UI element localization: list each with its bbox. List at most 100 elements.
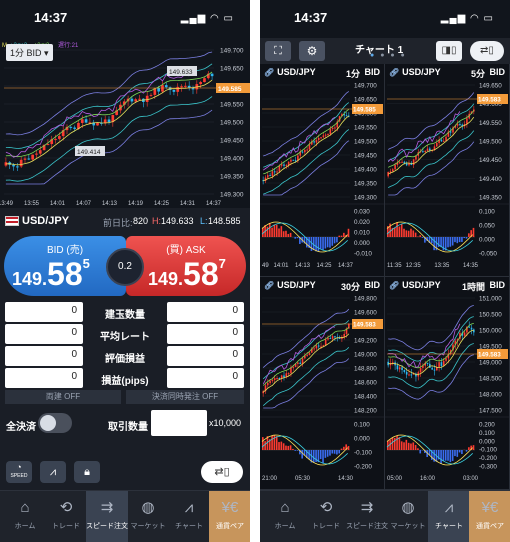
price-tick: 150.500 bbox=[479, 312, 502, 319]
osc-tick: 0.100 bbox=[479, 430, 495, 437]
status-bar: 14:37 ▂▄▆ ◠ ▭ bbox=[0, 0, 250, 38]
link-icon[interactable]: 🔗︎ bbox=[389, 281, 399, 290]
tab-speed-order[interactable]: ⇉ スピード注文 bbox=[346, 491, 388, 542]
candle bbox=[422, 151, 424, 153]
panel-pair: USD/JPY bbox=[402, 280, 441, 290]
tab-market[interactable]: ◍ マーケット bbox=[387, 491, 429, 542]
osc-tick: 0.030 bbox=[354, 209, 370, 216]
rotate-device-button[interactable]: ⇄▯ bbox=[201, 461, 243, 483]
time-tick: 11:35 bbox=[387, 263, 402, 269]
candle bbox=[27, 158, 31, 160]
status-time: 14:37 bbox=[34, 10, 68, 25]
pair-name: USD/JPY bbox=[22, 215, 70, 227]
candle bbox=[334, 127, 336, 129]
candle bbox=[308, 144, 311, 150]
histogram-bar bbox=[262, 437, 264, 450]
candle bbox=[161, 85, 164, 92]
tab-trade[interactable]: ⟲ トレード bbox=[305, 491, 347, 542]
mini-chart[interactable]: M+2σ±3±3σ:3遅行:21149.700149.650149.600149… bbox=[0, 38, 250, 208]
fullscreen-button[interactable]: ⛶ bbox=[265, 41, 291, 61]
histogram-bar bbox=[322, 237, 324, 251]
price-tick: 149.600 bbox=[354, 310, 377, 317]
tab-currency-pair[interactable]: ¥€ 通貨ペア bbox=[209, 491, 250, 542]
rotate-device-button[interactable]: ⇄▯ bbox=[470, 41, 504, 61]
histogram-bar bbox=[447, 237, 449, 248]
speed-order-screen: 14:37 ▂▄▆ ◠ ▭ M+2σ±3±3σ:3遅行:21149.700149… bbox=[0, 0, 250, 542]
tab-home[interactable]: ⌂ ホーム bbox=[4, 491, 46, 542]
chart-panel[interactable]: 🔗︎ USD/JPY 1時間 BID 151.000 150.500 150.000 149.… bbox=[385, 277, 510, 490]
price-tick: 149.400 bbox=[354, 167, 377, 174]
time-tick: 49 bbox=[262, 263, 269, 269]
pair-low-value: 148.585 bbox=[208, 216, 241, 226]
candle bbox=[306, 149, 308, 151]
histogram-bar bbox=[317, 237, 320, 252]
price-tick: 149.500 bbox=[220, 120, 244, 127]
candle bbox=[266, 383, 269, 386]
hedge-off[interactable]: 両建 OFF bbox=[5, 390, 121, 404]
ask-button[interactable]: (買) ASK 149.587 bbox=[126, 236, 246, 296]
price-tick: 149.450 bbox=[220, 138, 244, 145]
simultaneous-order-off[interactable]: 決済同時発注 OFF bbox=[126, 390, 244, 404]
panel-pair: USD/JPY bbox=[277, 280, 316, 290]
qty-label: 取引数量 bbox=[108, 422, 148, 433]
lock-button[interactable]: 🔒︎ bbox=[74, 461, 100, 483]
price-tick: 148.600 bbox=[354, 380, 377, 387]
candle bbox=[429, 148, 431, 151]
candle bbox=[435, 143, 438, 147]
tab-label: ホーム bbox=[274, 523, 296, 530]
tab-currency-pair[interactable]: ¥€ 通貨ペア bbox=[469, 491, 510, 542]
histogram-bar bbox=[340, 448, 343, 450]
histogram-bar bbox=[391, 437, 394, 450]
tab-chart[interactable]: ⩘ チャート bbox=[168, 491, 210, 542]
panel-2-oscillator bbox=[261, 434, 350, 466]
tab-trade[interactable]: ⟲ トレード bbox=[45, 491, 87, 542]
candle bbox=[273, 171, 276, 173]
candle bbox=[80, 119, 84, 123]
panel-1-oscillator bbox=[386, 221, 475, 253]
chart-panel[interactable]: 🔗︎USD/JPY30分BID149.800149.600149.400149.… bbox=[260, 277, 385, 490]
chart-mode-button[interactable]: ⩘ bbox=[40, 461, 66, 483]
ask-label: (買) ASK bbox=[166, 245, 206, 256]
tab-home[interactable]: ⌂ ホーム bbox=[264, 491, 306, 542]
histogram-bar bbox=[458, 237, 461, 243]
histogram-bar bbox=[465, 237, 468, 239]
histogram-bar bbox=[289, 232, 292, 237]
chart-toolbar: ⛶ ⚙ チャート 1 ● ● ● ● ◨▯ ⇄▯ bbox=[260, 38, 510, 64]
chart-panel[interactable]: 🔗︎ USD/JPY 5分 BID 149.650 149.600 149.550 149.5… bbox=[385, 64, 510, 277]
link-icon[interactable]: 🔗︎ bbox=[264, 68, 274, 77]
chart-panel[interactable]: 🔗︎USD/JPY1分BID149.700149.650149.600149.5… bbox=[260, 64, 385, 277]
histogram-bar bbox=[333, 237, 336, 244]
candle bbox=[46, 144, 50, 146]
qty-input[interactable] bbox=[151, 410, 207, 436]
time-tick: 05:30 bbox=[295, 476, 311, 482]
panel-0-oscillator bbox=[261, 221, 350, 253]
close-all-toggle[interactable] bbox=[38, 413, 72, 433]
osc-tick: -0.050 bbox=[479, 251, 497, 258]
price-tick: 147.500 bbox=[479, 408, 502, 415]
price-tick: 149.800 bbox=[354, 296, 377, 303]
candle bbox=[398, 367, 401, 370]
settings-button[interactable]: ⚙ bbox=[299, 41, 325, 61]
indicator-button[interactable]: ◨▯ bbox=[436, 41, 462, 61]
link-icon[interactable]: 🔗︎ bbox=[389, 68, 399, 77]
tab-market[interactable]: ◍ マーケット bbox=[127, 491, 169, 542]
candle bbox=[292, 159, 295, 161]
speed-button[interactable]: ◔ SPEED bbox=[6, 461, 32, 483]
time-tick: 13:55 bbox=[24, 201, 40, 207]
candle bbox=[401, 161, 403, 163]
link-icon[interactable]: 🔗︎ bbox=[264, 281, 274, 290]
candle bbox=[269, 175, 271, 177]
tab-chart[interactable]: ⩘ チャート bbox=[428, 491, 470, 542]
time-tick: 14:25 bbox=[154, 201, 170, 207]
tab-speed-order[interactable]: ⇉ スピード注文 bbox=[86, 491, 128, 542]
candle bbox=[398, 162, 401, 164]
histogram-bar bbox=[287, 233, 290, 237]
candle bbox=[324, 339, 327, 346]
candle bbox=[287, 161, 290, 166]
histogram-bar bbox=[433, 237, 435, 251]
timeframe-select[interactable]: 1分 BID ▾ bbox=[6, 44, 53, 61]
osc-tick: 0.000 bbox=[479, 438, 495, 445]
histogram-bar bbox=[292, 448, 294, 450]
histogram-bar bbox=[271, 435, 273, 450]
histogram-bar bbox=[461, 450, 463, 455]
